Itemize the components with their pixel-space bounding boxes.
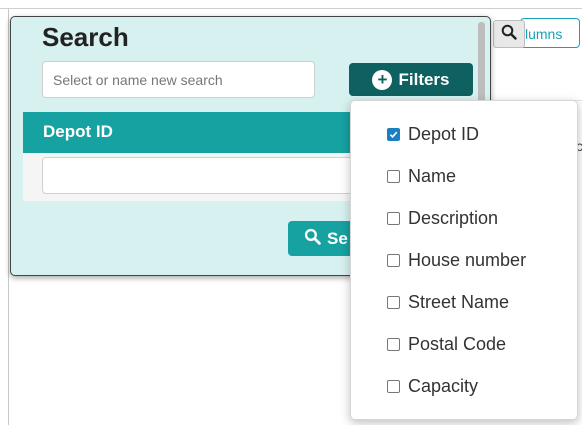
panel-scrollbar[interactable] — [478, 22, 485, 112]
checkbox-icon[interactable] — [387, 253, 400, 267]
checkbox-icon[interactable] — [387, 295, 400, 309]
checkbox-icon[interactable] — [387, 337, 400, 351]
filter-option-label: Street Name — [408, 291, 510, 312]
filter-option-street-name[interactable]: Street Name — [387, 290, 509, 314]
filters-button[interactable]: + Filters — [349, 63, 473, 96]
checkbox-checked-icon[interactable] — [387, 127, 400, 141]
checkbox-icon[interactable] — [387, 211, 400, 225]
filter-option-description[interactable]: Description — [387, 206, 498, 230]
filter-option-label: Name — [408, 165, 457, 186]
filter-option-name[interactable]: Name — [387, 164, 456, 188]
search-button-label: Se — [327, 228, 348, 248]
panel-title: Search — [42, 22, 129, 52]
filter-option-postal-code[interactable]: Postal Code — [387, 332, 506, 356]
filter-option-label: Depot ID — [408, 123, 480, 144]
plus-circle-icon: + — [372, 69, 393, 90]
filter-option-capacity[interactable]: Capacity — [387, 374, 478, 398]
depot-id-label: Depot ID — [43, 122, 113, 141]
filters-button-label: Filters — [398, 69, 450, 89]
filter-option-label: Postal Code — [408, 333, 507, 354]
filter-option-label: House number — [408, 249, 527, 270]
filter-option-label: Capacity — [408, 375, 479, 396]
filter-option-house-number[interactable]: House number — [387, 248, 526, 272]
saved-search-input[interactable] — [42, 61, 315, 98]
depot-id-input[interactable] — [42, 157, 382, 194]
top-strip — [0, 0, 582, 9]
search-icon — [304, 228, 321, 250]
search-toggle-button[interactable] — [493, 20, 525, 48]
filter-option-label: Description — [408, 207, 499, 228]
columns-button[interactable]: lumns — [520, 18, 580, 48]
checkbox-icon[interactable] — [387, 169, 400, 183]
checkbox-icon[interactable] — [387, 379, 400, 393]
filter-option-depot-id[interactable]: Depot ID — [387, 122, 479, 146]
depot-id-header: Depot ID — [23, 112, 383, 153]
search-icon — [501, 24, 517, 45]
filters-dropdown: Depot ID Name Description House number S… — [350, 100, 578, 420]
columns-button-label: lumns — [525, 26, 563, 42]
